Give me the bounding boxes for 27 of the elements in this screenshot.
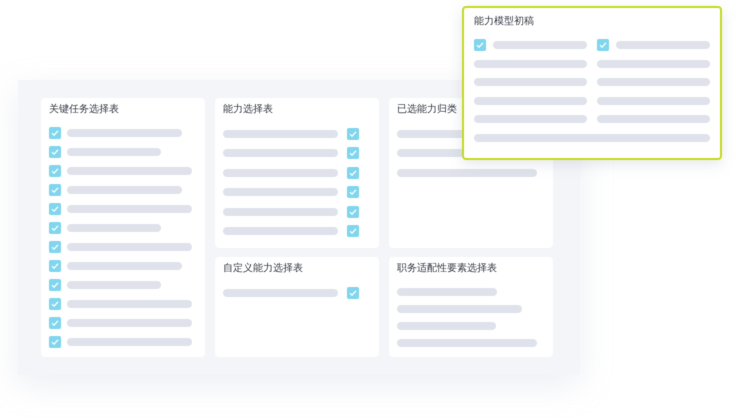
checkbox[interactable]: [49, 336, 61, 348]
checkbox[interactable]: [49, 222, 61, 234]
checkbox[interactable]: [49, 184, 61, 196]
card-title: 自定义能力选择表: [223, 263, 304, 275]
checkbox[interactable]: [49, 146, 61, 158]
checkbox[interactable]: [474, 39, 486, 52]
checkbox[interactable]: [49, 278, 61, 291]
checkbox[interactable]: [49, 240, 61, 253]
checkbox[interactable]: [49, 127, 61, 140]
checkbox[interactable]: [49, 298, 61, 310]
checkbox[interactable]: [347, 166, 359, 179]
checkbox[interactable]: [347, 128, 359, 140]
checkbox[interactable]: [347, 225, 359, 238]
checkbox[interactable]: [49, 203, 61, 216]
checkbox[interactable]: [49, 260, 61, 272]
card-title: 能力选择表: [223, 104, 274, 116]
popup-title: 能力模型初稿: [474, 16, 535, 28]
checkbox[interactable]: [347, 206, 359, 218]
card-title: 职务适配性要素选择表: [397, 263, 498, 275]
checkbox[interactable]: [347, 147, 359, 160]
checkbox[interactable]: [347, 186, 359, 198]
checkbox[interactable]: [49, 165, 61, 178]
card-title: 已选能力归类: [397, 104, 458, 116]
checkbox[interactable]: [347, 286, 359, 299]
checkbox[interactable]: [49, 316, 61, 329]
checkbox[interactable]: [597, 39, 609, 52]
card-title: 关键任务选择表: [49, 104, 120, 116]
